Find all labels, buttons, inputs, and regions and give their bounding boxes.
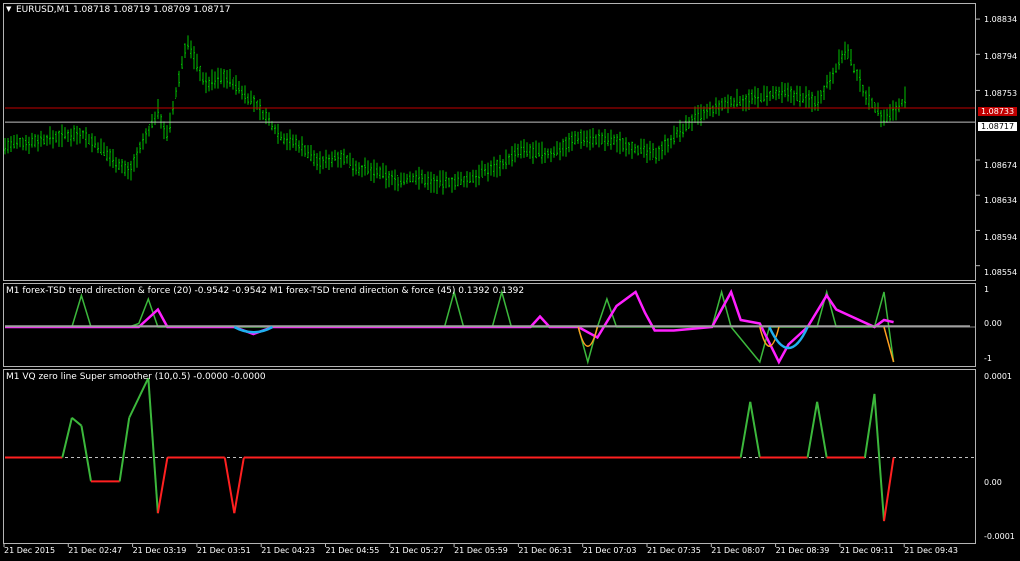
red-level-price-tag: 1.08733 [978,107,1018,116]
time-axis-label: 21 Dec 05:27 [389,546,444,555]
vq-scale-label: 0.0001 [984,372,1012,381]
vq-line-segment [71,416,83,427]
time-axis-label: 21 Dec 09:11 [839,546,894,555]
vq-line-segment [863,393,876,458]
price-scale-label: 1.08554 [984,268,1018,277]
vq-line-segment [816,401,828,458]
main-chart-header: EURUSD,M1 1.08718 1.08719 1.08709 1.0871… [16,5,231,15]
symbol-menu-icon[interactable]: ▼ [6,5,11,13]
vq-line-segment [806,401,819,458]
vq-line-segment [739,401,752,458]
vq-line-segment [749,401,761,458]
time-axis-label: 21 Dec 2015 [4,546,56,555]
price-scale-label: 1.08794 [984,52,1018,61]
time-axis-label: 21 Dec 03:19 [132,546,187,555]
time-axis-label: 21 Dec 08:39 [775,546,830,555]
tsd-scale-label: -1 [984,354,992,363]
vq-line-segment [883,457,895,522]
price-scale-label: 1.08834 [984,15,1018,24]
vq-line-segment [233,457,245,514]
chart-window[interactable]: ▼ EURUSD,M1 1.08718 1.08719 1.08709 1.08… [0,0,1020,561]
vq-scale-label: -0.0001 [984,532,1015,541]
vq-line-segment [61,417,73,458]
time-axis-label: 21 Dec 07:35 [647,546,701,555]
price-scale-label: 1.08753 [984,89,1018,98]
time-axis-label: 21 Dec 03:51 [196,546,251,555]
vq-line-segment [118,417,131,482]
vq-line-segment [147,377,159,514]
vq-line-segment [223,457,236,514]
vq-indicator-header: M1 VQ zero line Super smoother (10,0.5) … [6,372,266,382]
time-axis-label: 21 Dec 08:07 [711,546,766,555]
time-axis-label: 21 Dec 05:59 [454,546,508,555]
price-scale-label: 1.08674 [984,161,1018,170]
time-axis-label: 21 Dec 04:23 [261,546,315,555]
current-price-tag: 1.08717 [978,122,1018,131]
price-scale-label: 1.08634 [984,196,1018,205]
time-axis-label: 21 Dec 06:31 [518,546,573,555]
tsd-scale-label: 0.00 [984,319,1002,328]
time-axis-label: 21 Dec 02:47 [68,546,123,555]
time-axis-label: 21 Dec 09:43 [904,546,958,555]
vq-line-segment [128,377,150,419]
vq-line-segment [156,457,169,514]
tsd-scale-label: 1 [984,285,990,294]
time-axis-label: 21 Dec 04:55 [325,546,380,555]
chart-canvas [3,18,980,547]
vq-scale-label: 0.00 [984,478,1002,487]
tsd-indicator-header: M1 forex-TSD trend direction & force (20… [6,286,525,296]
price-scale-label: 1.08594 [984,233,1018,242]
time-axis-label: 21 Dec 07:03 [582,546,637,555]
vq-line-segment [80,425,92,482]
